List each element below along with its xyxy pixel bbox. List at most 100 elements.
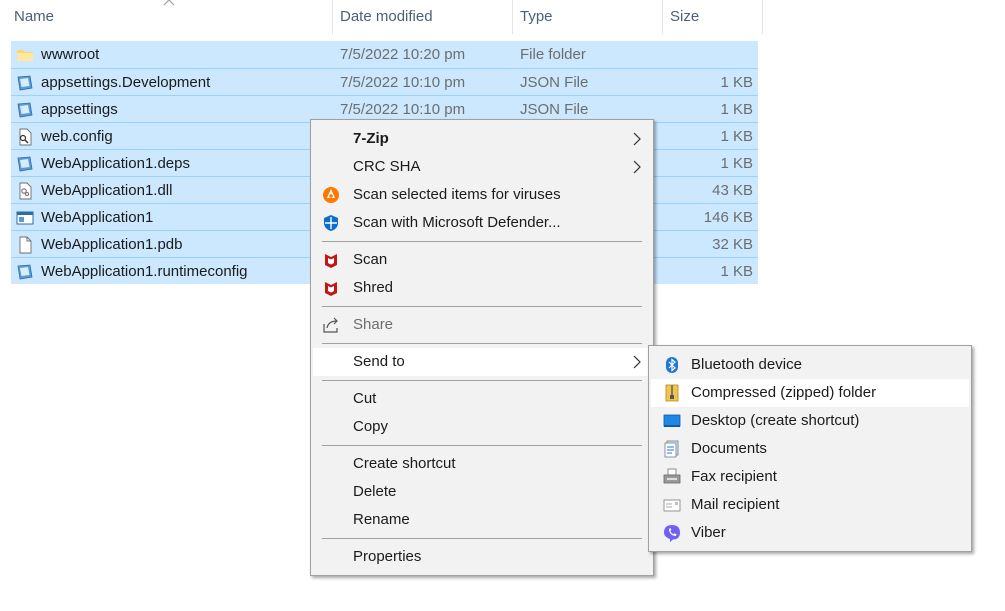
menu-item-cut[interactable]: Cut [313,385,651,413]
file-row-wwwroot[interactable]: wwwroot 7/5/2022 10:20 pm File folder [11,41,758,68]
menu-item-label: Cut [353,390,377,407]
submenu-item-label: Mail recipient [691,496,780,513]
menu-item-label: Scan with Microsoft Defender... [353,214,561,231]
json-file-icon [17,264,33,280]
mcafee-icon [325,254,337,268]
file-size: 1 KB [720,263,753,280]
fax-icon [663,468,681,484]
file-size: 32 KB [712,236,753,253]
menu-item-send-to[interactable]: Send to [313,348,651,376]
menu-item-label: Properties [353,548,422,565]
menu-item-create-shortcut[interactable]: Create shortcut [313,450,651,478]
menu-item-label: Shred [353,279,394,296]
menu-separator [322,445,642,446]
mcafee-icon [325,282,337,296]
file-size: 43 KB [712,182,753,199]
file-size: 146 KB [703,209,753,226]
file-name: appsettings.Development [41,74,211,91]
submenu-item-label: Documents [691,440,767,457]
menu-separator [322,538,642,539]
menu-separator [322,241,642,242]
submenu-item-fax[interactable]: Fax recipient [651,463,969,491]
menu-item-label: Delete [353,483,397,500]
file-row-appsettings[interactable]: appsettings 7/5/2022 10:10 pm JSON File … [11,95,758,122]
folder-icon [17,50,33,61]
menu-item-scan[interactable]: Scan [313,246,651,274]
file-size: 1 KB [720,155,753,172]
menu-item-scan-viruses[interactable]: Scan selected items for viruses [313,181,651,209]
menu-item-shred[interactable]: Shred [313,274,651,302]
json-file-icon [17,75,33,91]
menu-item-label: Scan [353,251,388,268]
menu-item-copy[interactable]: Copy [313,413,651,441]
file-name: WebApplication1 [41,209,154,226]
zip-folder-icon [665,384,679,402]
chevron-right-icon [633,132,641,146]
submenu-item-viber[interactable]: Viber [651,519,969,547]
submenu-item-label: Viber [691,524,726,541]
config-file-icon [19,128,32,146]
file-name: web.config [41,128,113,145]
column-separator[interactable] [332,0,333,34]
submenu-item-bluetooth[interactable]: Bluetooth device [651,351,969,379]
menu-item-rename[interactable]: Rename [313,506,651,534]
menu-item-share[interactable]: Share [313,311,651,339]
viber-icon [664,525,680,542]
menu-item-label: Create shortcut [353,455,456,472]
submenu-item-label: Compressed (zipped) folder [691,384,877,401]
submenu-item-label: Desktop (create shortcut) [691,412,860,429]
file-name: WebApplication1.runtimeconfig [41,263,248,280]
file-date: 7/5/2022 10:20 pm [340,46,466,63]
documents-icon [664,440,679,458]
desktop-icon [663,414,681,427]
file-size: 1 KB [720,128,753,145]
menu-separator [322,343,642,344]
blank-file-icon [19,236,32,254]
column-header-name-label: Name [14,8,55,25]
submenu-item-desktop[interactable]: Desktop (create shortcut) [651,407,969,435]
json-file-icon [17,102,33,118]
menu-item-label: Rename [353,511,410,528]
menu-item-7zip[interactable]: 7-Zip [313,125,651,153]
defender-shield-icon [324,215,338,231]
menu-item-crc-sha[interactable]: CRC SHA [313,153,651,181]
chevron-right-icon [633,355,641,369]
file-row-appsettings-development[interactable]: appsettings.Development 7/5/2022 10:10 p… [11,68,758,95]
chevron-right-icon [633,160,641,174]
submenu-item-documents[interactable]: Documents [651,435,969,463]
column-header-type-label: Type [520,8,553,25]
dll-file-icon [19,182,32,200]
column-header-date-label: Date modified [340,8,433,25]
file-type: JSON File [520,74,589,91]
submenu-item-compressed-folder[interactable]: Compressed (zipped) folder [651,379,969,407]
submenu-item-label: Fax recipient [691,468,777,485]
column-separator[interactable] [512,0,513,34]
file-date: 7/5/2022 10:10 pm [340,74,466,91]
column-separator[interactable] [762,0,763,34]
menu-item-label: Send to [353,353,405,370]
submenu-item-mail[interactable]: Mail recipient [651,491,969,519]
menu-item-label: 7-Zip [353,130,389,147]
share-icon [323,317,338,333]
column-header-size-label: Size [670,8,700,25]
column-header-type[interactable]: Type [516,0,662,34]
menu-item-scan-defender[interactable]: Scan with Microsoft Defender... [313,209,651,237]
menu-item-properties[interactable]: Properties [313,543,651,571]
column-header-size[interactable]: Size [666,0,762,34]
menu-item-label: Share [353,316,394,333]
submenu-item-label: Bluetooth device [691,356,802,373]
antivirus-icon [323,187,339,203]
mail-icon [663,499,681,512]
sort-ascending-icon [163,0,175,6]
bluetooth-icon [666,357,678,373]
file-name: appsettings [41,101,118,118]
file-name: wwwroot [41,46,100,63]
send-to-submenu: Bluetooth device Compressed (zipped) fol… [648,345,972,552]
menu-item-delete[interactable]: Delete [313,478,651,506]
menu-item-label: Copy [353,418,389,435]
column-header-date-modified[interactable]: Date modified [336,0,512,34]
menu-item-label: CRC SHA [353,158,421,175]
column-separator[interactable] [662,0,663,34]
json-file-icon [17,156,33,172]
file-name: WebApplication1.dll [41,182,173,199]
